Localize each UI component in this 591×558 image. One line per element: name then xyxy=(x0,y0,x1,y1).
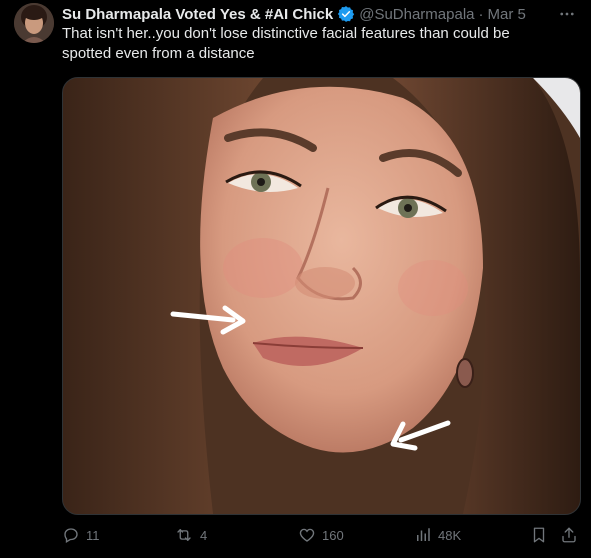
views-button[interactable]: 48K xyxy=(414,524,461,546)
author-handle[interactable]: @SuDharmapala xyxy=(359,6,474,23)
author-name[interactable]: Su Dharmapala Voted Yes & #AI Chick xyxy=(62,6,333,23)
repost-icon xyxy=(174,526,194,544)
avatar[interactable] xyxy=(14,3,54,43)
separator-dot: · xyxy=(478,5,484,23)
repost-count: 4 xyxy=(200,527,208,543)
tweet-header: Su Dharmapala Voted Yes & #AI Chick @SuD… xyxy=(62,4,577,24)
reply-count: 11 xyxy=(86,527,100,543)
repost-button[interactable]: 4 xyxy=(174,524,207,546)
like-count: 160 xyxy=(322,527,344,543)
tweet-media-image[interactable] xyxy=(62,77,581,515)
bookmark-icon xyxy=(530,526,548,544)
verified-badge-icon xyxy=(337,5,355,23)
reply-button[interactable]: 11 xyxy=(62,524,100,546)
like-button[interactable]: 160 xyxy=(298,524,344,546)
more-icon[interactable] xyxy=(557,4,577,24)
tweet-text: That isn't her..you don't lose distincti… xyxy=(62,25,510,62)
tweet-actions: 11 4 160 48K xyxy=(62,524,579,546)
share-button[interactable] xyxy=(560,524,578,546)
reply-icon xyxy=(62,526,80,544)
like-icon xyxy=(298,526,316,544)
views-count: 48K xyxy=(438,527,462,543)
views-icon xyxy=(414,526,432,544)
share-icon xyxy=(560,526,578,544)
tweet-date[interactable]: Mar 5 xyxy=(488,6,526,23)
bookmark-button[interactable] xyxy=(530,524,548,546)
